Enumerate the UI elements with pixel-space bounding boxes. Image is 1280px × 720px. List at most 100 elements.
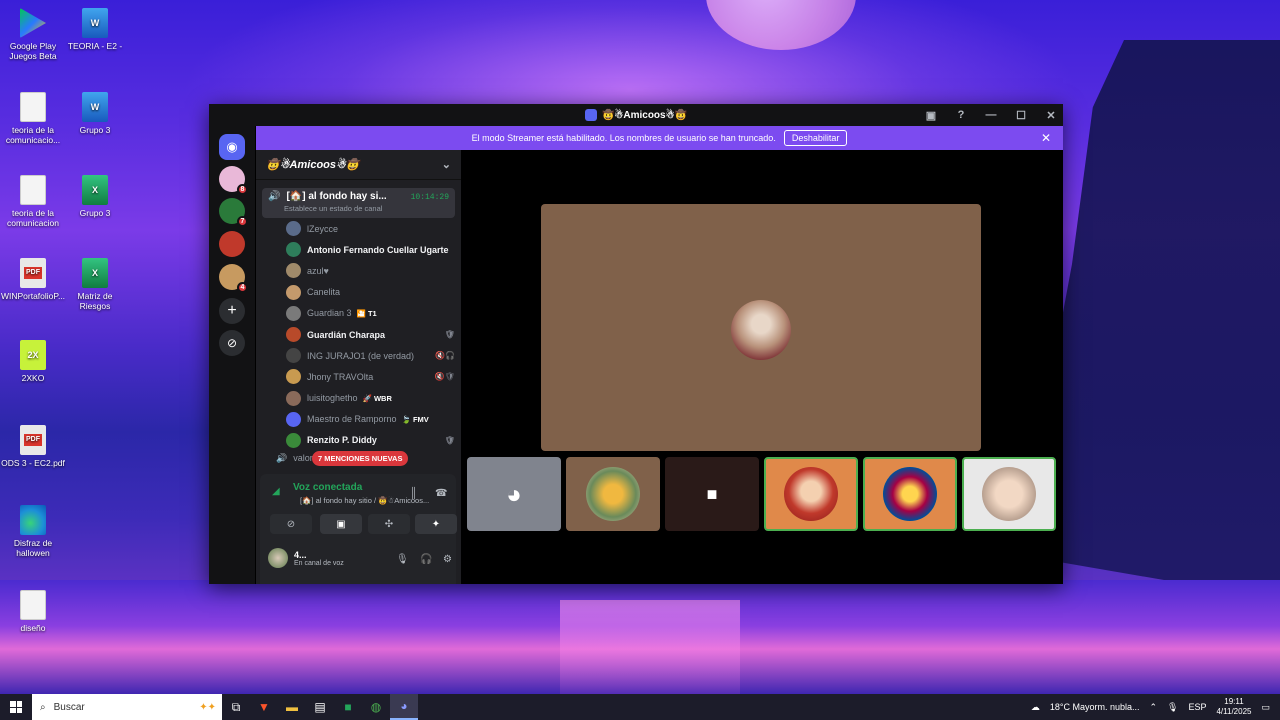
avatar [982,467,1036,521]
doc-file-icon [20,590,46,620]
help-icon[interactable]: ? [955,109,967,121]
member-status-icons: 🔇🎧 [435,351,455,361]
participant-tile[interactable] [566,457,660,531]
desktop-icon[interactable]: 2X 2XKO [0,340,66,383]
voice-member[interactable]: luisitoghetho 🚀 WBR [256,388,461,409]
desktop-icon[interactable]: diseño [0,590,66,633]
participant-tile[interactable] [962,457,1056,531]
server-item[interactable]: 8 [219,166,248,195]
app-icon[interactable]: ▤ [306,694,334,720]
member-name: Renzito P. Diddy [307,435,377,446]
participant-tile[interactable]: ■ [665,457,759,531]
close-window-icon[interactable]: ✕ [1045,109,1057,122]
user-area[interactable]: 4... En canal de voz [268,548,344,568]
notifications-icon[interactable]: ▭ [1261,702,1270,713]
close-banner-icon[interactable]: ✕ [1041,131,1051,145]
voice-member[interactable]: Maestro de Ramporno 🍃 FMV [256,409,461,430]
server-item[interactable] [219,231,245,257]
discord-home-icon[interactable]: ◉ [219,134,245,160]
doc-file-icon [20,92,46,122]
settings-gear-icon[interactable]: ⚙ [443,554,452,565]
avatar [286,369,301,385]
discord-taskbar-icon[interactable]: ◕ [390,694,418,720]
member-status-icons: 🛡 [444,330,455,340]
voice-member[interactable]: Guardian 3 🎦 T1 [256,303,461,324]
desktop-icon[interactable]: Google Play Juegos Beta [0,8,66,61]
participant-tile[interactable] [764,457,858,531]
desktop-icon[interactable]: X Matriz de Riesgos [62,258,128,311]
maximize-icon[interactable]: ☐ [1015,109,1027,122]
app-icon-green[interactable]: ■ [334,694,362,720]
server-item[interactable]: 4 [219,264,248,293]
signal-icon[interactable]: ◢ [272,486,280,497]
weather-text[interactable]: 18°C Mayorm. nubla... [1050,702,1140,712]
desktop-icon[interactable]: PDF WINPortafolioP... [0,258,66,301]
voice-member-list: lZeycce Antonio Fernando Cuellar Ugarte az… [256,218,461,451]
desktop-icon-label: Google Play Juegos Beta [9,41,57,61]
add-server-icon[interactable]: + [219,298,245,324]
language-indicator[interactable]: ESP [1188,702,1206,712]
voice-member[interactable]: Jhony TRAVOlta 🔇🛡 [256,366,461,387]
screen-share-button[interactable]: ▣ [320,514,362,534]
pdf-file-icon: PDF [20,425,46,455]
taskbar-search[interactable]: ⌕ Buscar ✦✦ [32,694,222,720]
word-file-icon: W [82,92,108,122]
camera-button[interactable]: ⊘ [270,514,312,534]
focused-video-tile[interactable] [541,204,981,451]
desktop-icon-label: diseño [20,623,46,633]
task-view-icon[interactable]: ⧉ [222,694,250,720]
voice-member[interactable]: Antonio Fernando Cuellar Ugarte [256,239,461,260]
title-bar[interactable]: 🤠☃Amicoos☃🤠 ▣ ? — ☐ ✕ [209,104,1063,126]
discord-logo-icon: ◕ [506,478,522,509]
file-explorer-icon[interactable]: ▬ [278,694,306,720]
minimize-icon[interactable]: — [985,109,997,121]
doc-file-icon [20,175,46,205]
voice-member[interactable]: ING JURAJO1 (de verdad) 🔇🎧 [256,345,461,366]
member-name: Guardian 3 [307,308,352,319]
chrome-icon[interactable]: ◍ [362,694,390,720]
discover-icon[interactable]: ⊘ [219,330,245,356]
soundboard-icon[interactable]: ║ [410,488,417,499]
start-button[interactable] [0,701,32,713]
participant-tile[interactable]: ◕ [467,457,561,531]
channel-status-input[interactable]: Establece un estado de canal [284,204,449,213]
desktop-icon[interactable]: teoria de la comunicacio... [0,92,66,145]
soundboard-button[interactable]: ✦ [415,514,457,534]
avatar [286,221,301,237]
headphones-icon[interactable]: 🎧 [420,554,432,565]
desktop-icon[interactable]: W TEORIA - E2 - [62,8,128,51]
excel-file-icon: X [82,175,108,205]
new-mentions-pill[interactable]: 7 MENCIONES NUEVAS [312,451,409,466]
voice-channel[interactable]: 🔊 [🏠] al fondo hay si... 10:14:29 Estable… [262,188,455,218]
desktop-icon[interactable]: teoria de la comunicacion [0,175,66,228]
disconnect-icon[interactable]: ☎ [435,488,447,499]
server-badge: 4 [237,282,248,293]
chevron-down-icon: ⌄ [441,159,451,171]
weather-icon[interactable]: ☁ [1031,702,1040,713]
chevron-up-icon[interactable]: ⌃ [1149,702,1157,713]
voice-member[interactable]: Canelita [256,282,461,303]
desktop-icon[interactable]: W Grupo 3 [62,92,128,135]
clock[interactable]: 19:11 4/11/2025 [1216,697,1251,717]
inbox-icon[interactable]: ▣ [925,109,937,122]
guild-header[interactable]: 🤠☃Amicoos☃🤠 ⌄ [256,150,461,180]
disable-streamer-button[interactable]: Deshabilitar [783,130,848,146]
participant-tile[interactable] [863,457,957,531]
brave-browser-icon[interactable]: ▼ [250,694,278,720]
microphone-icon[interactable]: 🎙 [1167,702,1178,713]
desktop-icon[interactable]: PDF ODS 3 - EC2.pdf [0,425,66,468]
activities-button[interactable]: ✣ [368,514,410,534]
voice-member[interactable]: Guardián Charapa 🛡 [256,324,461,345]
microphone-icon[interactable]: 🎙 [396,554,409,565]
sparkle-icon: ✦✦ [199,701,216,713]
server-item[interactable]: 7 [219,198,248,227]
member-name: azul♥ [307,265,329,276]
voice-member[interactable]: azul♥ [256,260,461,281]
user-name: 4... [294,549,307,560]
server-rail: ◉ 8 7 4 + ⊘ [209,126,255,584]
voice-member[interactable]: lZeycce [256,218,461,239]
desktop-icon[interactable]: Disfraz de hallowen [0,505,66,558]
edge-file-icon [20,505,46,535]
desktop-icon[interactable]: X Grupo 3 [62,175,128,218]
voice-member[interactable]: Renzito P. Diddy 🛡 [256,430,461,451]
